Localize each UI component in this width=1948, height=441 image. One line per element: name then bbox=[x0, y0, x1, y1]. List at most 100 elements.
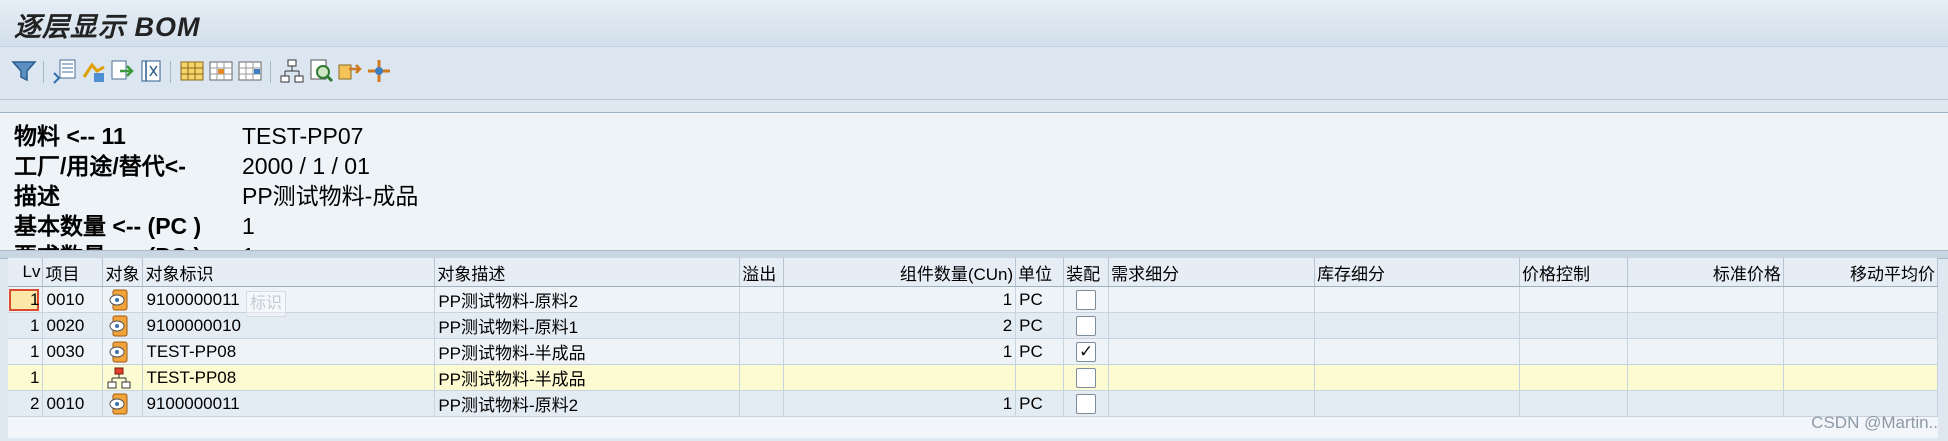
cell-standard-price[interactable] bbox=[1627, 390, 1784, 417]
col-header-item[interactable]: 项目 bbox=[42, 258, 104, 287]
cell-price-control[interactable] bbox=[1519, 390, 1628, 417]
cell-object-id[interactable]: 9100000011 bbox=[142, 390, 436, 417]
cell-lv[interactable]: 1 bbox=[8, 338, 44, 365]
sort-icon[interactable] bbox=[80, 57, 108, 85]
assembly-checkbox[interactable] bbox=[1076, 367, 1097, 388]
assembly-checkbox[interactable] bbox=[1076, 315, 1097, 336]
cell-component-qty[interactable]: 1 bbox=[783, 338, 1017, 365]
cell-object[interactable] bbox=[102, 312, 144, 339]
cell-overflow[interactable] bbox=[739, 390, 785, 417]
cell-standard-price[interactable] bbox=[1627, 312, 1784, 339]
col-header-object-desc[interactable]: 对象描述 bbox=[434, 258, 741, 287]
cell-lv[interactable]: 2 bbox=[8, 390, 44, 417]
transfer-icon[interactable] bbox=[336, 57, 364, 85]
cell-item[interactable]: 0030 bbox=[42, 338, 104, 365]
cell-stock-segment[interactable] bbox=[1314, 364, 1520, 391]
cell-object-desc[interactable]: PP测试物料-半成品 bbox=[434, 364, 741, 391]
cell-unit[interactable]: PC bbox=[1015, 286, 1065, 313]
col-header-unit[interactable]: 单位 bbox=[1015, 258, 1065, 287]
cell-req-segment[interactable] bbox=[1108, 312, 1316, 339]
cell-stock-segment[interactable] bbox=[1314, 338, 1520, 365]
cell-unit[interactable]: PC bbox=[1015, 338, 1065, 365]
hierarchy-icon[interactable] bbox=[278, 57, 306, 85]
cell-object-id[interactable]: 9100000010 bbox=[142, 312, 436, 339]
cell-object-id[interactable]: TEST-PP08 bbox=[142, 364, 436, 391]
col-header-price-control[interactable]: 价格控制 bbox=[1519, 258, 1628, 287]
col-header-overflow[interactable]: 溢出 bbox=[739, 258, 785, 287]
cell-item[interactable]: 0010 bbox=[42, 286, 104, 313]
col-header-assembly[interactable]: 装配 bbox=[1063, 258, 1110, 287]
cell-object[interactable] bbox=[102, 390, 144, 417]
cell-overflow[interactable] bbox=[739, 312, 785, 339]
cell-object[interactable] bbox=[102, 338, 144, 365]
settings-icon[interactable] bbox=[365, 57, 393, 85]
cell-component-qty[interactable]: 2 bbox=[783, 312, 1017, 339]
cell-item[interactable]: 0010 bbox=[42, 390, 104, 417]
col-header-moving-avg-price[interactable]: 移动平均价 bbox=[1783, 258, 1939, 287]
cell-lv[interactable]: 1 bbox=[8, 364, 44, 391]
collapse-icon[interactable] bbox=[236, 57, 264, 85]
cell-overflow[interactable] bbox=[739, 338, 785, 365]
cell-req-segment[interactable] bbox=[1108, 390, 1316, 417]
cell-unit[interactable]: PC bbox=[1015, 390, 1065, 417]
cell-object-desc[interactable]: PP测试物料-原料2 bbox=[434, 286, 741, 313]
cell-assembly[interactable] bbox=[1063, 390, 1110, 417]
cell-object[interactable] bbox=[102, 364, 144, 391]
cell-assembly[interactable] bbox=[1063, 364, 1110, 391]
cell-object-desc[interactable]: PP测试物料-原料2 bbox=[434, 390, 741, 417]
cell-overflow[interactable] bbox=[739, 286, 785, 313]
layout-icon[interactable] bbox=[51, 57, 79, 85]
cell-object[interactable] bbox=[102, 286, 144, 313]
table-row[interactable]: 1 0030 TEST-PP08 PP测试物料-半成品 1 PC ✓ bbox=[8, 338, 1939, 365]
grid-icon[interactable] bbox=[178, 57, 206, 85]
col-header-component-qty[interactable]: 组件数量(CUn) bbox=[783, 258, 1017, 287]
cell-req-segment[interactable] bbox=[1108, 338, 1316, 365]
cell-component-qty[interactable]: 1 bbox=[783, 390, 1017, 417]
cell-req-segment[interactable] bbox=[1108, 286, 1316, 313]
cell-standard-price[interactable] bbox=[1627, 286, 1784, 313]
cell-price-control[interactable] bbox=[1519, 286, 1628, 313]
cell-unit[interactable] bbox=[1015, 364, 1065, 391]
export-icon[interactable] bbox=[108, 57, 136, 85]
cell-object-id[interactable]: 9100000011 bbox=[142, 286, 436, 313]
cell-component-qty[interactable] bbox=[783, 364, 1017, 391]
cell-price-control[interactable] bbox=[1519, 364, 1628, 391]
col-header-object-id[interactable]: 对象标识 bbox=[142, 258, 436, 287]
delete-layout-icon[interactable] bbox=[137, 57, 165, 85]
cell-stock-segment[interactable] bbox=[1314, 286, 1520, 313]
cell-moving-avg-price[interactable] bbox=[1783, 338, 1939, 365]
cell-overflow[interactable] bbox=[739, 364, 785, 391]
cell-standard-price[interactable] bbox=[1627, 364, 1784, 391]
cell-object-desc[interactable]: PP测试物料-原料1 bbox=[434, 312, 741, 339]
assembly-checkbox[interactable] bbox=[1076, 393, 1097, 414]
cell-lv[interactable]: 1 bbox=[8, 286, 44, 313]
col-header-req-segment[interactable]: 需求细分 bbox=[1108, 258, 1316, 287]
cell-object-id[interactable]: TEST-PP08 bbox=[142, 338, 436, 365]
cell-stock-segment[interactable] bbox=[1314, 390, 1520, 417]
cell-component-qty[interactable]: 1 bbox=[783, 286, 1017, 313]
cell-object-desc[interactable]: PP测试物料-半成品 bbox=[434, 338, 741, 365]
filter-icon[interactable] bbox=[10, 57, 38, 85]
cell-assembly[interactable]: ✓ bbox=[1063, 338, 1110, 365]
find-icon[interactable] bbox=[307, 57, 335, 85]
cell-standard-price[interactable] bbox=[1627, 338, 1784, 365]
col-header-lv[interactable]: Lv bbox=[8, 258, 44, 287]
cell-item[interactable]: 0020 bbox=[42, 312, 104, 339]
table-row[interactable]: 1 0010 9100000011 PP测试物料-原料2 1 PC bbox=[8, 286, 1939, 313]
table-row[interactable]: 1 0020 9100000010 PP测试物料-原料1 2 PC bbox=[8, 312, 1939, 339]
expand-icon[interactable] bbox=[207, 57, 235, 85]
assembly-checkbox-checked[interactable]: ✓ bbox=[1076, 341, 1097, 362]
col-header-stock-segment[interactable]: 库存细分 bbox=[1314, 258, 1520, 287]
cell-price-control[interactable] bbox=[1519, 312, 1628, 339]
cell-unit[interactable]: PC bbox=[1015, 312, 1065, 339]
cell-moving-avg-price[interactable] bbox=[1783, 286, 1939, 313]
cell-assembly[interactable] bbox=[1063, 286, 1110, 313]
cell-moving-avg-price[interactable] bbox=[1783, 312, 1939, 339]
table-row[interactable]: 2 0010 9100000011 PP测试物料-原料2 1 PC bbox=[8, 390, 1939, 417]
cell-req-segment[interactable] bbox=[1108, 364, 1316, 391]
cell-lv[interactable]: 1 bbox=[8, 312, 44, 339]
cell-assembly[interactable] bbox=[1063, 312, 1110, 339]
table-row[interactable]: 1 TEST-PP08 PP测试物料-半成品 bbox=[8, 364, 1939, 391]
cell-item[interactable] bbox=[42, 364, 104, 391]
cell-stock-segment[interactable] bbox=[1314, 312, 1520, 339]
